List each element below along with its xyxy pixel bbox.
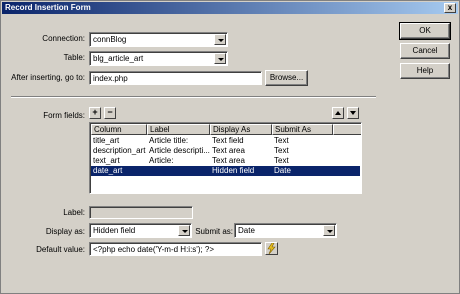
help-button[interactable]: Help	[400, 63, 450, 79]
display-as-label: Display as:	[45, 227, 85, 236]
submit-as-select[interactable]: Date	[234, 223, 337, 238]
column-header[interactable]: Submit As	[272, 124, 333, 135]
lightning-icon[interactable]	[265, 242, 278, 255]
cell-column: date_art	[93, 166, 123, 175]
default-value-text: <?php echo date('Y-m-d H:i:s'); ?>	[93, 245, 215, 254]
table-row[interactable]: title_art Article title: Text field Text	[91, 136, 333, 146]
window-title: Record Insertion Form	[5, 3, 91, 12]
column-header[interactable]: Label	[147, 124, 210, 135]
after-inserting-value: index.php	[93, 74, 128, 83]
chevron-down-icon[interactable]	[214, 34, 226, 45]
form-fields-label: Form fields:	[43, 111, 85, 120]
cell-display: Text area	[212, 156, 245, 165]
cell-column: text_art	[93, 156, 120, 165]
label-input[interactable]	[89, 206, 193, 219]
display-as-select[interactable]: Hidden field	[89, 223, 192, 238]
close-button[interactable]: x	[444, 3, 456, 13]
chevron-down-icon[interactable]	[214, 53, 226, 64]
move-down-icon[interactable]	[347, 107, 359, 119]
table-row-selected[interactable]: date_art Hidden field Date	[91, 166, 360, 176]
title-bar: Record Insertion Form x	[2, 2, 458, 14]
connection-label: Connection:	[42, 34, 85, 43]
cell-label: Article descripti...	[149, 146, 210, 155]
cell-column: description_art	[93, 146, 146, 155]
column-header[interactable]: Display As	[210, 124, 272, 135]
table-row[interactable]: text_art Article: Text area Text	[91, 156, 333, 166]
cell-label: Article:	[149, 156, 174, 165]
add-field-button[interactable]: +	[89, 107, 101, 119]
browse-button[interactable]: Browse...	[265, 70, 308, 86]
record-insertion-dialog: Record Insertion Form x Connection: conn…	[0, 0, 460, 294]
chevron-down-icon[interactable]	[323, 225, 335, 236]
label-label: Label:	[63, 208, 85, 217]
default-value-input[interactable]: <?php echo date('Y-m-d H:i:s'); ?>	[89, 242, 262, 256]
default-value-label: Default value:	[36, 245, 85, 254]
column-header[interactable]: Column	[91, 124, 147, 135]
remove-field-button[interactable]: −	[104, 107, 116, 119]
table-row[interactable]: description_art Article descripti... Tex…	[91, 146, 333, 156]
cell-submit: Text	[274, 156, 289, 165]
cancel-button[interactable]: Cancel	[400, 43, 450, 59]
submit-as-value: Date	[238, 226, 255, 235]
cell-label	[147, 166, 210, 176]
cell-label: Article title:	[149, 136, 189, 145]
table-header: Column Label Display As Submit As	[91, 124, 361, 135]
move-up-icon[interactable]	[332, 107, 344, 119]
form-fields-table[interactable]: Column Label Display As Submit As title_…	[89, 122, 362, 194]
submit-as-label: Submit as:	[195, 227, 233, 236]
table-select[interactable]: blg_article_art	[89, 51, 228, 66]
after-inserting-label: After inserting, go to:	[11, 73, 85, 82]
after-inserting-input[interactable]: index.php	[89, 71, 262, 85]
cell-submit: Date	[274, 166, 291, 175]
column-header-filler	[333, 124, 361, 135]
ok-button[interactable]: OK	[399, 22, 451, 40]
cell-display: Text field	[212, 136, 244, 145]
chevron-down-icon[interactable]	[178, 225, 190, 236]
connection-value: connBlog	[93, 35, 127, 44]
separator	[11, 96, 376, 98]
cell-display: Hidden field	[212, 166, 255, 175]
display-as-value: Hidden field	[93, 226, 136, 235]
table-value: blg_article_art	[93, 54, 144, 63]
lightning-glyph	[267, 242, 276, 255]
cell-submit: Text	[274, 136, 289, 145]
cell-display: Text area	[212, 146, 245, 155]
cell-column: title_art	[93, 136, 120, 145]
cell-submit: Text	[274, 146, 289, 155]
connection-select[interactable]: connBlog	[89, 32, 228, 47]
table-label: Table:	[63, 53, 85, 62]
